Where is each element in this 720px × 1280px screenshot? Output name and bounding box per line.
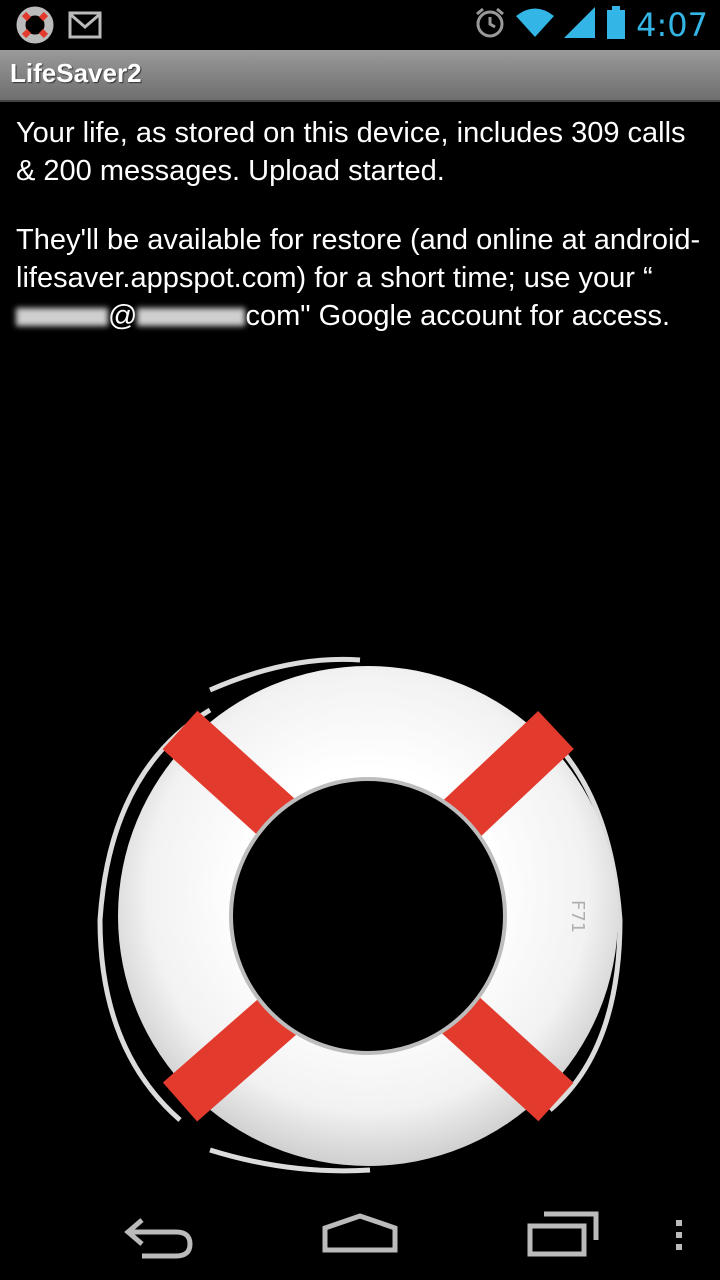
status-bar: 4:07 bbox=[0, 0, 720, 50]
message-text-part-1: They'll be available for restore (and on… bbox=[16, 224, 701, 294]
clock: 4:07 bbox=[636, 6, 708, 44]
ring-label: F71 bbox=[567, 900, 588, 933]
at-sign: @ bbox=[108, 300, 138, 332]
home-icon[interactable] bbox=[320, 1210, 400, 1265]
battery-icon bbox=[606, 5, 626, 45]
action-bar: LifeSaver2 bbox=[0, 50, 720, 102]
navigation-bar bbox=[0, 1190, 720, 1280]
message-text-part-2: com" Google account for access. bbox=[245, 300, 671, 332]
message-text: Your life, as stored on this device, inc… bbox=[16, 114, 706, 366]
signal-icon bbox=[564, 6, 596, 44]
lifesaver-icon bbox=[16, 6, 54, 49]
redacted-username bbox=[16, 308, 108, 327]
recent-apps-icon[interactable] bbox=[524, 1210, 602, 1265]
back-icon[interactable] bbox=[122, 1210, 198, 1267]
overflow-menu-icon[interactable] bbox=[672, 1210, 686, 1259]
message-paragraph-1: Your life, as stored on this device, inc… bbox=[16, 117, 686, 187]
wifi-icon bbox=[516, 7, 555, 44]
redacted-domain bbox=[137, 308, 246, 327]
gmail-icon bbox=[68, 10, 102, 45]
alarm-icon bbox=[474, 7, 506, 44]
lifebuoy-illustration: F71 bbox=[90, 650, 630, 1195]
message-paragraph-2: They'll be available for restore (and on… bbox=[16, 221, 706, 335]
app-title: LifeSaver2 bbox=[10, 58, 142, 88]
